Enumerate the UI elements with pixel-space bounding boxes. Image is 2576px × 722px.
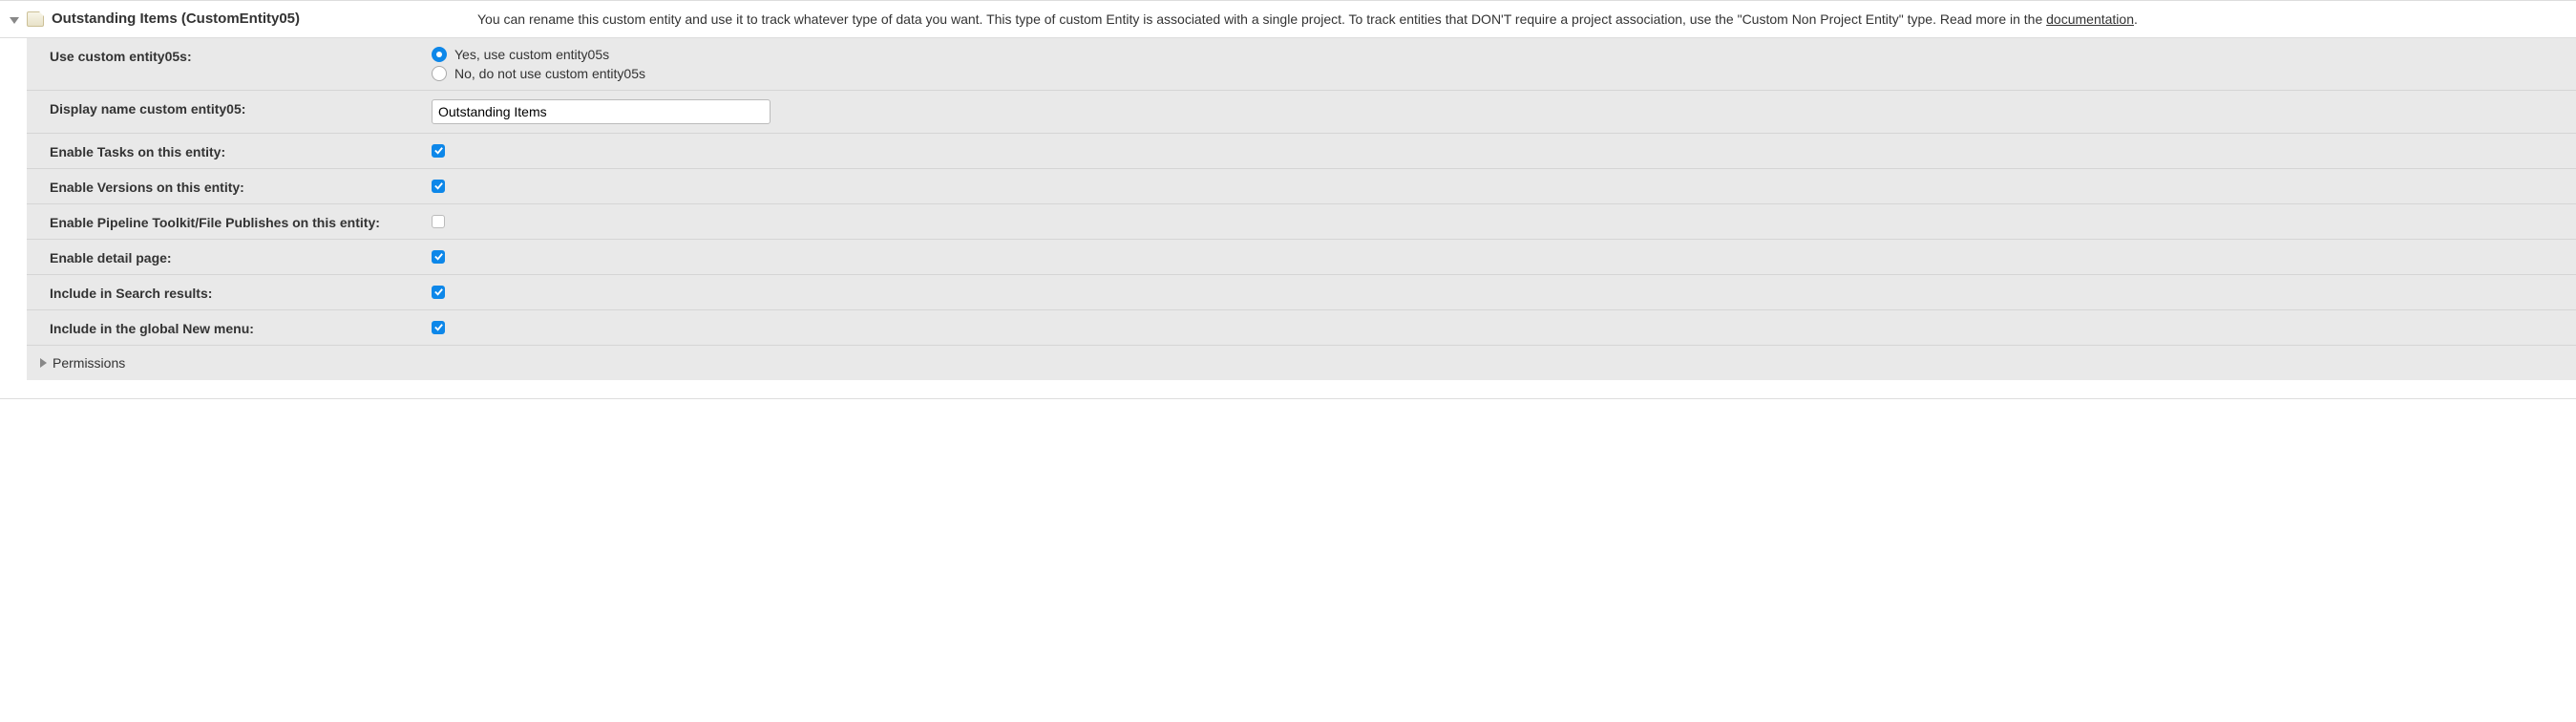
enable-tasks-row: Enable Tasks on this entity:: [27, 134, 2576, 169]
entity-title: Outstanding Items (CustomEntity05): [52, 11, 300, 27]
settings-panel: Use custom entity05s: Yes, use custom en…: [27, 38, 2576, 380]
include-new-menu-label: Include in the global New menu:: [50, 319, 432, 336]
enable-detail-checkbox[interactable]: [432, 250, 445, 264]
entity-description: You can rename this custom entity and us…: [477, 11, 2176, 30]
disclosure-triangle-closed-icon[interactable]: [40, 358, 47, 368]
include-search-row: Include in Search results:: [27, 275, 2576, 310]
display-name-label: Display name custom entity05:: [50, 99, 432, 117]
include-search-label: Include in Search results:: [50, 284, 432, 301]
entity-header: Outstanding Items (CustomEntity05) You c…: [0, 1, 2576, 38]
check-icon: [433, 251, 444, 262]
enable-detail-row: Enable detail page:: [27, 240, 2576, 275]
include-search-checkbox[interactable]: [432, 286, 445, 299]
use-custom-no-label[interactable]: No, do not use custom entity05s: [454, 66, 645, 81]
documentation-link[interactable]: documentation: [2046, 11, 2134, 27]
disclosure-triangle-open-icon[interactable]: [10, 17, 19, 24]
enable-pipeline-checkbox[interactable]: [432, 215, 445, 228]
enable-pipeline-label: Enable Pipeline Toolkit/File Publishes o…: [50, 213, 432, 230]
use-custom-row: Use custom entity05s: Yes, use custom en…: [27, 38, 2576, 91]
display-name-input[interactable]: [432, 99, 771, 124]
description-suffix: .: [2134, 11, 2138, 27]
enable-pipeline-row: Enable Pipeline Toolkit/File Publishes o…: [27, 204, 2576, 240]
enable-tasks-label: Enable Tasks on this entity:: [50, 142, 432, 159]
include-new-menu-checkbox[interactable]: [432, 321, 445, 334]
permissions-label[interactable]: Permissions: [53, 355, 125, 371]
enable-versions-checkbox[interactable]: [432, 180, 445, 193]
enable-versions-label: Enable Versions on this entity:: [50, 178, 432, 195]
permissions-row: Permissions: [27, 346, 2576, 380]
display-name-row: Display name custom entity05:: [27, 91, 2576, 134]
enable-tasks-checkbox[interactable]: [432, 144, 445, 158]
check-icon: [433, 287, 444, 297]
include-new-menu-row: Include in the global New menu:: [27, 310, 2576, 346]
description-text: You can rename this custom entity and us…: [477, 11, 2046, 27]
check-icon: [433, 145, 444, 156]
check-icon: [433, 180, 444, 191]
entity-icon: [27, 11, 44, 27]
use-custom-radio-yes[interactable]: [432, 47, 447, 62]
use-custom-radio-no[interactable]: [432, 66, 447, 81]
enable-detail-label: Enable detail page:: [50, 248, 432, 265]
enable-versions-row: Enable Versions on this entity:: [27, 169, 2576, 204]
use-custom-label: Use custom entity05s:: [50, 47, 432, 64]
bottom-spacer: [0, 380, 2576, 399]
check-icon: [433, 322, 444, 332]
use-custom-yes-label[interactable]: Yes, use custom entity05s: [454, 47, 609, 62]
